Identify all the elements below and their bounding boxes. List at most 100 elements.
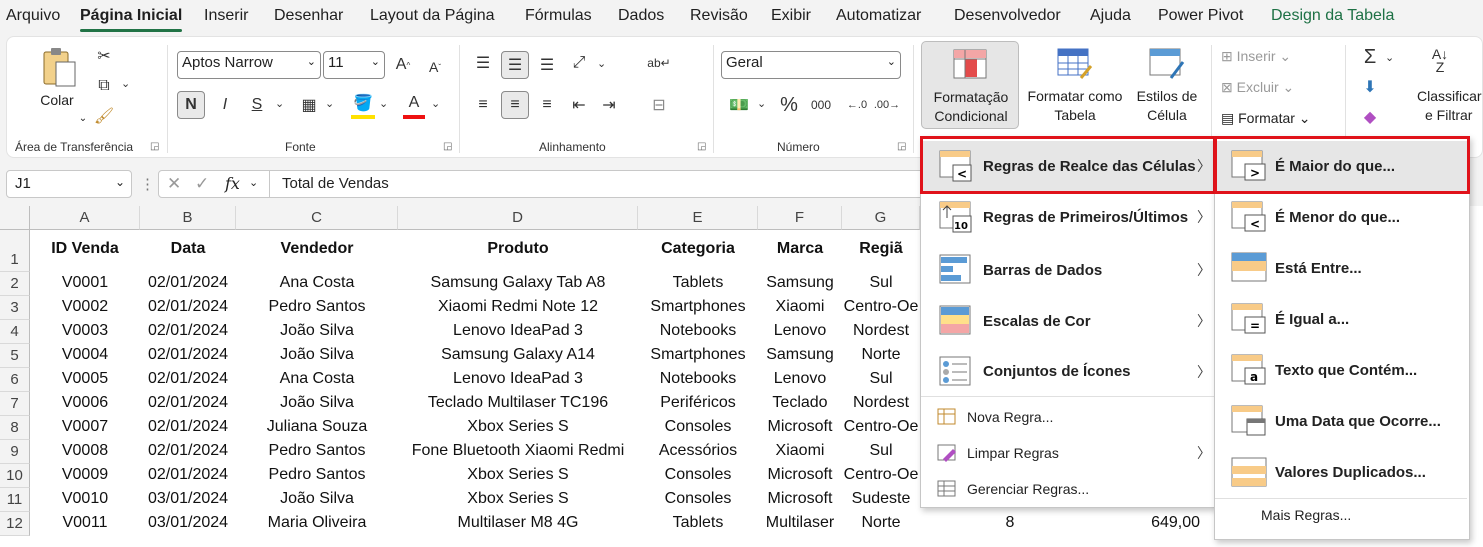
table-cell[interactable]: Pedro Santos <box>236 466 398 488</box>
number-format-select[interactable]: Geral ⌄ <box>721 51 901 79</box>
menu-item-top-bottom-rules[interactable]: 10 Regras de Primeiros/Últimos 〉 <box>921 192 1215 242</box>
tab-dados[interactable]: Dados <box>618 7 664 25</box>
tab-exibir[interactable]: Exibir <box>771 7 811 25</box>
font-size-select[interactable]: 11 ⌄ <box>323 51 385 79</box>
table-cell[interactable]: Notebooks <box>638 370 758 392</box>
decrease-decimal-icon[interactable]: .00→ <box>873 91 901 119</box>
table-cell[interactable]: João Silva <box>236 394 398 416</box>
tab-desenvolvedor[interactable]: Desenvolvedor <box>954 7 1061 25</box>
conditional-formatting-button[interactable]: Formatação Condicional <box>921 41 1019 129</box>
table-cell[interactable]: Norte <box>842 346 920 368</box>
table-cell[interactable]: Lenovo <box>758 370 842 392</box>
table-cell[interactable]: 02/01/2024 <box>140 298 236 320</box>
tab-automatizar[interactable]: Automatizar <box>836 7 921 25</box>
align-right-icon[interactable]: ≡ <box>535 91 559 119</box>
table-cell[interactable]: 03/01/2024 <box>140 514 236 536</box>
table-cell[interactable]: Sul <box>842 442 920 464</box>
font-launcher-icon[interactable]: ◲ <box>443 141 452 152</box>
table-cell[interactable]: Samsung <box>758 274 842 296</box>
increase-font-icon[interactable]: A ^ <box>391 53 415 77</box>
column-header-a[interactable]: A <box>30 206 140 230</box>
menu-item-icon-sets[interactable]: Conjuntos de Ícones 〉 <box>921 347 1215 397</box>
align-center-icon[interactable]: ≡ <box>501 91 529 119</box>
cell-styles-icon[interactable] <box>1147 47 1187 81</box>
copy-icon[interactable]: ⧉ <box>93 75 115 97</box>
table-cell[interactable]: Teclado Multilaser TC196 <box>398 394 638 416</box>
table-cell[interactable]: V0011 <box>30 514 140 536</box>
row-header-12[interactable]: 12 <box>0 512 30 536</box>
table-cell[interactable]: Consoles <box>638 490 758 512</box>
format-as-table-label-1[interactable]: Formatar como <box>1021 87 1129 106</box>
table-cell[interactable]: V0010 <box>30 490 140 512</box>
table-header-cell[interactable]: Produto <box>398 240 638 262</box>
table-cell[interactable]: Sul <box>842 274 920 296</box>
table-cell[interactable]: V0009 <box>30 466 140 488</box>
menu-item-color-scales[interactable]: Escalas de Cor 〉 <box>921 296 1215 346</box>
cut-icon[interactable]: ✂ <box>93 45 115 67</box>
table-cell[interactable]: V0007 <box>30 418 140 440</box>
cell-qty-row12[interactable]: 8 <box>990 514 1030 536</box>
menu-item-manage-rules[interactable]: Gerenciar Regras... <box>921 471 1215 507</box>
accounting-format-icon[interactable]: 💵 <box>725 91 753 119</box>
bold-button[interactable]: N <box>177 91 205 119</box>
underline-dropdown-icon[interactable]: ⌄ <box>275 97 284 110</box>
submenu-item-duplicate-values[interactable]: Valores Duplicados... <box>1215 447 1467 499</box>
table-cell[interactable]: Consoles <box>638 418 758 440</box>
table-cell[interactable]: Consoles <box>638 466 758 488</box>
row-header-11[interactable]: 11 <box>0 488 30 512</box>
table-cell[interactable]: V0003 <box>30 322 140 344</box>
column-header-d[interactable]: D <box>398 206 638 230</box>
more-options-icon[interactable]: ⋮ <box>140 175 155 193</box>
thousands-button[interactable]: 000 <box>807 91 835 119</box>
align-middle-icon[interactable]: ☰ <box>501 51 529 79</box>
table-cell[interactable]: Sudeste <box>842 490 920 512</box>
number-launcher-icon[interactable]: ◲ <box>897 141 906 152</box>
table-cell[interactable]: V0004 <box>30 346 140 368</box>
table-cell[interactable]: Xiaomi <box>758 298 842 320</box>
column-header-c[interactable]: C <box>236 206 398 230</box>
tab-ajuda[interactable]: Ajuda <box>1090 7 1131 25</box>
format-as-table-label-2[interactable]: Tabela <box>1021 106 1129 125</box>
submenu-item-date-occurring[interactable]: Uma Data que Ocorre... <box>1215 396 1467 446</box>
column-header-e[interactable]: E <box>638 206 758 230</box>
table-cell[interactable]: Notebooks <box>638 322 758 344</box>
column-header-b[interactable]: B <box>140 206 236 230</box>
table-cell[interactable]: Microsoft <box>758 490 842 512</box>
table-header-cell[interactable]: Vendedor <box>236 240 398 262</box>
table-cell[interactable]: Nordest <box>842 394 920 416</box>
table-cell[interactable]: Maria Oliveira <box>236 514 398 536</box>
table-cell[interactable]: V0008 <box>30 442 140 464</box>
table-cell[interactable]: Ana Costa <box>236 370 398 392</box>
sort-filter-label-1[interactable]: Classificar <box>1417 87 1483 106</box>
font-color-icon[interactable]: A <box>403 91 425 119</box>
increase-decimal-icon[interactable]: ←.0 <box>843 91 871 119</box>
table-cell[interactable]: Microsoft <box>758 466 842 488</box>
cell-value-row12[interactable]: 649,00 <box>1100 514 1200 536</box>
delete-cells-button[interactable]: ⊠ Excluir ⌄ <box>1221 78 1294 97</box>
table-cell[interactable]: 02/01/2024 <box>140 394 236 416</box>
table-header-cell[interactable]: ID Venda <box>30 240 140 262</box>
row-header-10[interactable]: 10 <box>0 464 30 488</box>
table-cell[interactable]: Nordest <box>842 322 920 344</box>
accounting-dropdown-icon[interactable]: ⌄ <box>757 97 766 110</box>
orientation-dropdown-icon[interactable]: ⌄ <box>597 57 606 70</box>
cancel-icon[interactable]: ✕ <box>167 174 181 194</box>
table-cell[interactable]: 02/01/2024 <box>140 442 236 464</box>
table-cell[interactable]: João Silva <box>236 346 398 368</box>
table-header-cell[interactable]: Marca <box>758 240 842 262</box>
table-cell[interactable]: Centro-Oe <box>842 466 920 488</box>
row-header-2[interactable]: 2 <box>0 272 30 296</box>
decrease-indent-icon[interactable]: ⇤ <box>567 91 591 119</box>
increase-indent-icon[interactable]: ⇥ <box>597 91 621 119</box>
orientation-icon[interactable]: ⤢ <box>567 51 591 75</box>
table-cell[interactable]: Samsung Galaxy A14 <box>398 346 638 368</box>
cell-styles-label-1[interactable]: Estilos de <box>1127 87 1207 106</box>
table-cell[interactable]: 02/01/2024 <box>140 274 236 296</box>
table-cell[interactable]: Multilaser <box>758 514 842 536</box>
table-cell[interactable]: Ana Costa <box>236 274 398 296</box>
table-cell[interactable]: Periféricos <box>638 394 758 416</box>
table-cell[interactable]: V0001 <box>30 274 140 296</box>
insert-function-icon[interactable]: fx <box>225 174 240 193</box>
menu-item-data-bars[interactable]: Barras de Dados 〉 <box>921 245 1215 295</box>
table-cell[interactable]: Sul <box>842 370 920 392</box>
